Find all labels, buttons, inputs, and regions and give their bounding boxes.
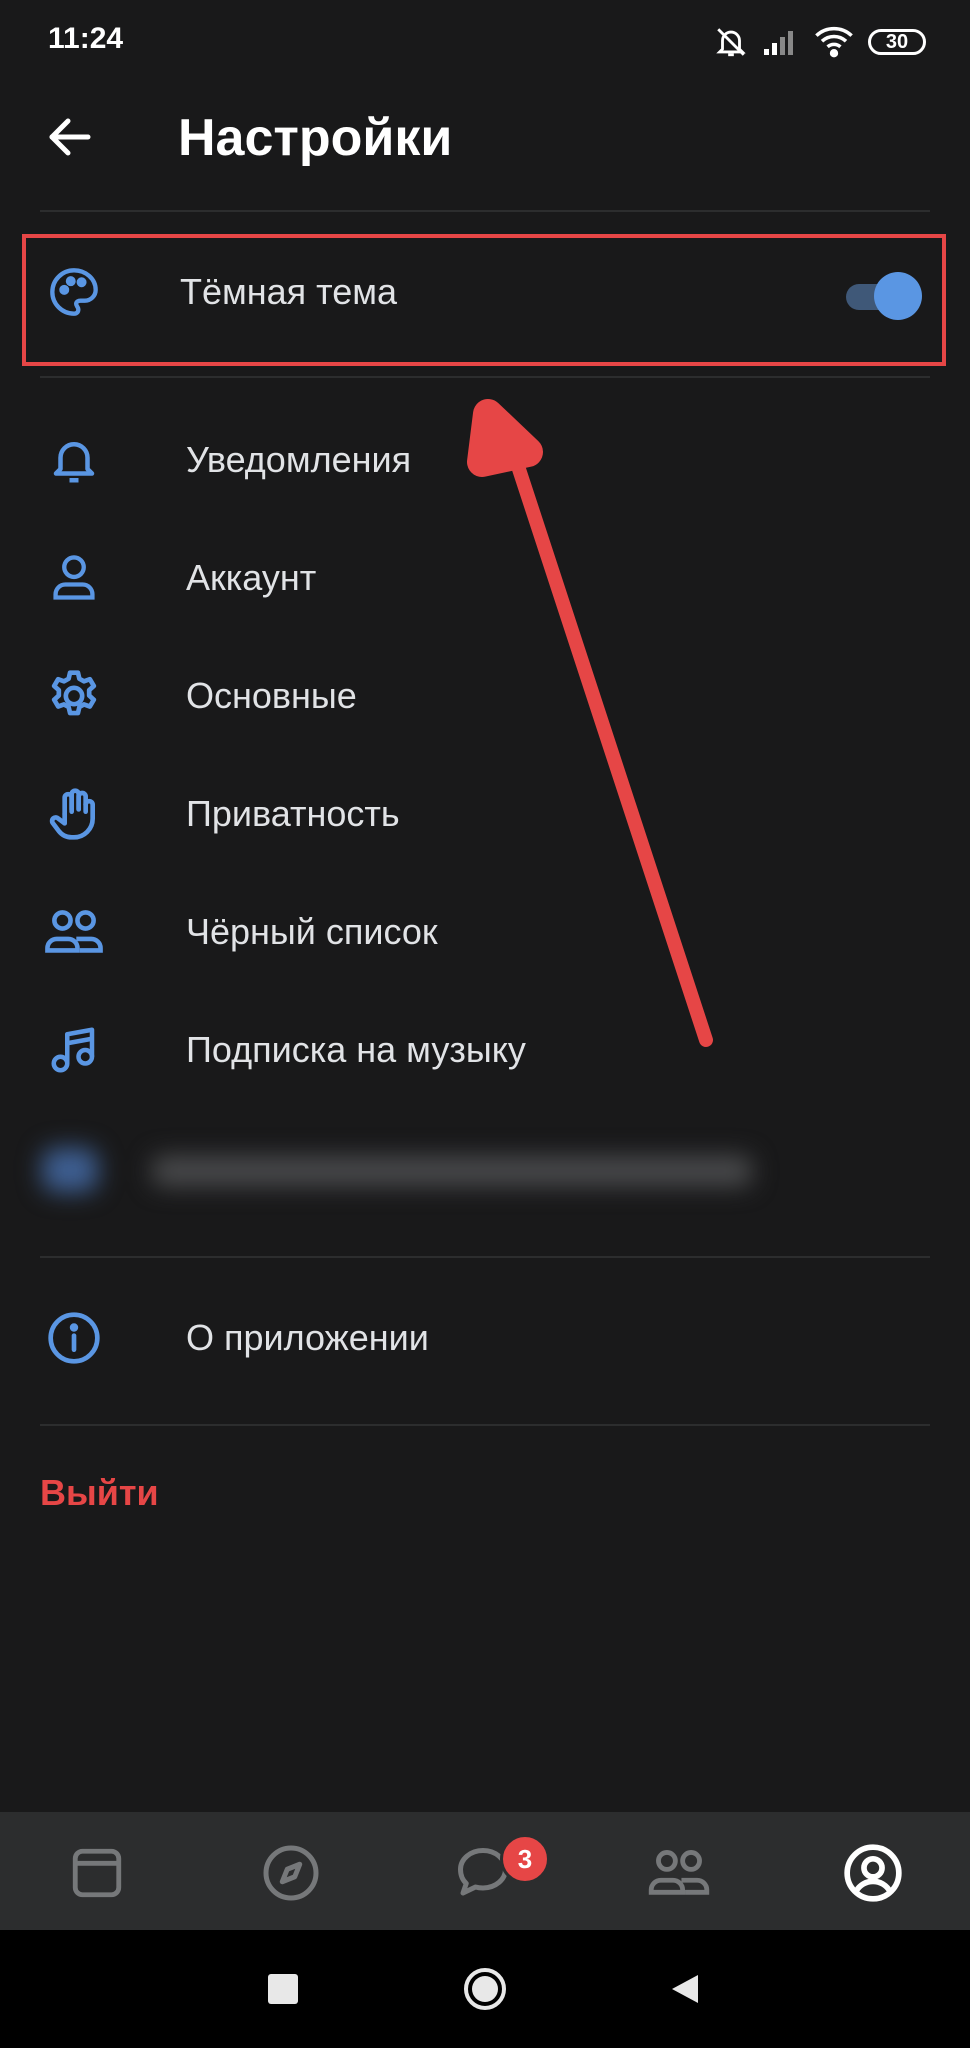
menu-item-label: Чёрный список bbox=[186, 911, 438, 952]
user-icon bbox=[42, 546, 106, 610]
blurred-label bbox=[152, 1156, 752, 1186]
home-circle-icon bbox=[464, 1968, 506, 2010]
recent-apps-button[interactable] bbox=[268, 1974, 298, 2004]
status-icons: 30 bbox=[714, 22, 926, 62]
signal-icon bbox=[764, 31, 793, 55]
bell-icon bbox=[42, 428, 106, 492]
menu-item-general[interactable]: Основные bbox=[40, 646, 930, 746]
menu-item-blacklist[interactable]: Чёрный список bbox=[40, 882, 930, 982]
menu-item-privacy[interactable]: Приватность bbox=[40, 764, 930, 864]
divider bbox=[40, 1424, 930, 1426]
divider bbox=[40, 1256, 930, 1258]
menu-item-label: Основные bbox=[186, 675, 357, 716]
menu-item-label: Подписка на музыку bbox=[186, 1029, 526, 1070]
blurred-menu-item bbox=[32, 1130, 752, 1210]
tab-profile[interactable] bbox=[838, 1838, 908, 1908]
profile-icon bbox=[844, 1844, 902, 1902]
tab-explore[interactable] bbox=[256, 1838, 326, 1908]
logout-button[interactable]: Выйти bbox=[40, 1472, 159, 1514]
home-button[interactable] bbox=[462, 1966, 508, 2012]
muted-bell-icon bbox=[716, 28, 746, 57]
menu-item-music-subscription[interactable]: Подписка на музыку bbox=[40, 1000, 930, 1100]
tab-friends[interactable] bbox=[644, 1838, 714, 1908]
friends-icon bbox=[648, 1850, 710, 1895]
news-icon bbox=[72, 1848, 122, 1898]
highlight-frame bbox=[22, 234, 946, 366]
users-icon bbox=[42, 900, 106, 964]
page-title: Настройки bbox=[178, 109, 453, 167]
gear-icon bbox=[42, 664, 106, 728]
hand-icon bbox=[42, 782, 106, 846]
arrow-left-icon bbox=[49, 118, 91, 156]
menu-item-label: Уведомления bbox=[186, 439, 412, 480]
menu-item-label: О приложении bbox=[186, 1317, 429, 1358]
battery-indicator: 30 bbox=[868, 29, 926, 55]
info-icon bbox=[42, 1306, 106, 1370]
menu-item-about[interactable]: О приложении bbox=[40, 1288, 930, 1388]
blurred-icon bbox=[42, 1148, 98, 1192]
music-icon bbox=[42, 1018, 106, 1082]
compass-icon bbox=[263, 1845, 319, 1901]
triangle-back-icon bbox=[672, 1975, 698, 2003]
divider bbox=[40, 376, 930, 378]
divider bbox=[40, 210, 930, 212]
back-nav-button[interactable] bbox=[668, 1972, 702, 2006]
tab-news[interactable] bbox=[62, 1838, 132, 1908]
menu-item-notifications[interactable]: Уведомления bbox=[40, 410, 930, 510]
back-button[interactable] bbox=[44, 112, 94, 162]
menu-item-label: Аккаунт bbox=[186, 557, 317, 598]
messages-badge: 3 bbox=[500, 1834, 550, 1884]
menu-item-account[interactable]: Аккаунт bbox=[40, 528, 930, 628]
menu-item-label: Приватность bbox=[186, 793, 400, 834]
status-time: 11:24 bbox=[48, 22, 124, 55]
wifi-icon bbox=[815, 26, 853, 58]
